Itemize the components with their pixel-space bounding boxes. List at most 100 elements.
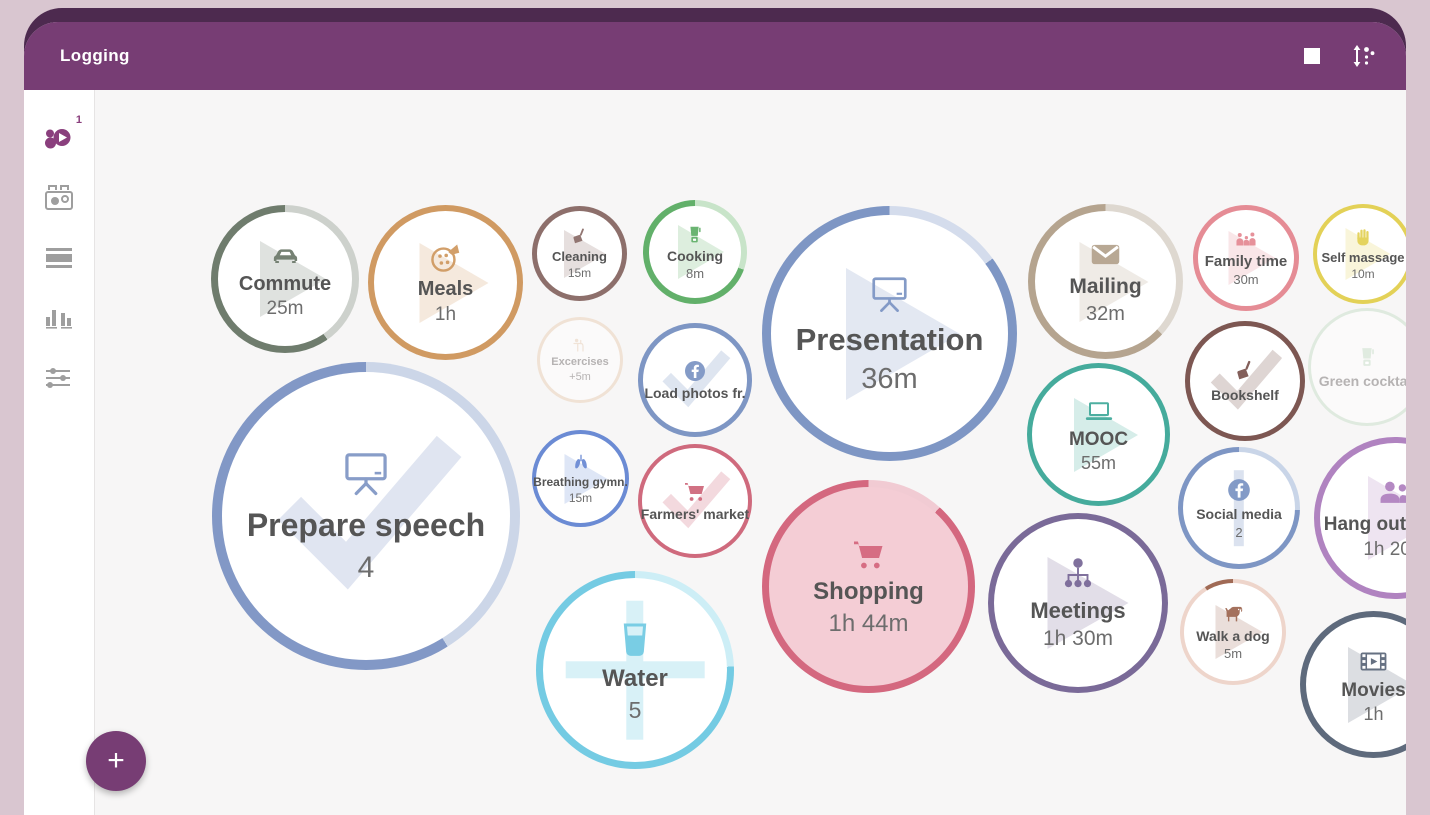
bubble-icon bbox=[1233, 359, 1258, 384]
list-bars-icon bbox=[46, 248, 72, 268]
activity-bubble-cooking[interactable]: Cooking 8m bbox=[643, 200, 747, 304]
stretch-icon bbox=[573, 339, 584, 353]
activity-bubble-cleaning[interactable]: Cleaning 15m bbox=[532, 206, 627, 301]
sliders-icon bbox=[46, 368, 70, 388]
bubble-title: Farmers' market bbox=[640, 506, 750, 523]
bubble-icon bbox=[429, 241, 462, 274]
sidebar-item-list[interactable] bbox=[24, 228, 94, 288]
activity-bubble-walk-a-dog[interactable]: Walk a dog 5m bbox=[1180, 579, 1286, 685]
sidebar-item-settings[interactable] bbox=[24, 348, 94, 408]
bubble-title: Bookshelf bbox=[1211, 387, 1279, 404]
film-icon bbox=[1360, 652, 1387, 671]
bubble-value: 5 bbox=[628, 696, 642, 723]
bubble-content: Self massage 10m bbox=[1313, 204, 1406, 304]
activity-bubble-movies[interactable]: Movies 1h bbox=[1300, 611, 1406, 758]
bubble-content: Meetings 1h 30m bbox=[988, 513, 1168, 693]
lungs-icon bbox=[574, 454, 587, 469]
sidebar-item-logging[interactable]: 1 bbox=[24, 108, 94, 168]
broom-icon bbox=[572, 228, 584, 244]
bubble-icon bbox=[1089, 238, 1122, 271]
sort-button[interactable] bbox=[1350, 44, 1376, 68]
app-body: 1 + Commute 25m Meals 1h Cleaning 15m Co… bbox=[24, 90, 1406, 815]
device-window: Logging 1 + Commute 25m Meals 1h Cleanin… bbox=[24, 22, 1406, 815]
bubble-value: 10m bbox=[1351, 267, 1375, 282]
bubble-content: Prepare speech 4 bbox=[212, 362, 520, 670]
bubble-content: Movies 1h bbox=[1300, 611, 1406, 758]
bubble-content: Load photos fr. bbox=[638, 323, 752, 437]
activity-bubble-hang-out[interactable]: Hang out with f. 1h 20m bbox=[1314, 437, 1406, 599]
activity-bubble-water[interactable]: Water 5 bbox=[536, 571, 734, 769]
bubble-value: 32m bbox=[1086, 302, 1125, 325]
bubble-value: 2 bbox=[1235, 524, 1243, 540]
stop-button[interactable] bbox=[1304, 48, 1320, 64]
activity-bubble-commute[interactable]: Commute 25m bbox=[211, 205, 359, 353]
bubble-title: Movies bbox=[1341, 679, 1406, 701]
activity-bubble-excercises[interactable]: Excercises +5m bbox=[537, 317, 623, 403]
goals-grid-icon bbox=[45, 185, 73, 210]
bubble-icon bbox=[571, 453, 591, 473]
bubble-title: MOOC bbox=[1068, 429, 1129, 451]
bubble-title: Cleaning bbox=[552, 249, 607, 265]
activity-bubble-meetings[interactable]: Meetings 1h 30m bbox=[988, 513, 1168, 693]
bubble-content: Excercises +5m bbox=[537, 317, 623, 403]
bubble-content: Commute 25m bbox=[211, 205, 359, 353]
bubble-content: Breathing gymn. 15m bbox=[532, 430, 629, 527]
bubble-content: Water 5 bbox=[536, 571, 734, 769]
bubble-title: Commute bbox=[238, 273, 332, 296]
sidebar-badge-logging: 1 bbox=[75, 114, 82, 126]
bubble-title: Water bbox=[602, 665, 668, 693]
bubble-icon bbox=[571, 336, 589, 354]
bubble-icon bbox=[683, 480, 707, 504]
sidebar: 1 + bbox=[24, 90, 146, 815]
bubble-icon bbox=[1378, 476, 1406, 510]
bubble-title: Excercises bbox=[551, 356, 609, 369]
app-header: Logging bbox=[24, 22, 1406, 90]
bubble-icon bbox=[1235, 229, 1257, 251]
activity-bubble-family-time[interactable]: Family time 30m bbox=[1193, 205, 1299, 311]
sidebar-item-goals[interactable] bbox=[24, 168, 94, 228]
facebook-icon bbox=[685, 361, 705, 382]
activity-bubble-mooc[interactable]: MOOC 55m bbox=[1027, 363, 1170, 506]
easel-icon bbox=[345, 453, 387, 496]
bubble-value: 36m bbox=[861, 363, 918, 396]
activity-bubble-shopping[interactable]: Shopping 1h 44m bbox=[762, 480, 975, 693]
bubble-title: Family time bbox=[1204, 253, 1288, 271]
activity-bubble-self-massage[interactable]: Self massage 10m bbox=[1313, 204, 1406, 304]
activity-bubble-presentation[interactable]: Presentation 36m bbox=[762, 206, 1017, 461]
easel-icon bbox=[872, 276, 907, 312]
bubble-value: 25m bbox=[266, 298, 304, 320]
blender-icon bbox=[1361, 348, 1374, 366]
activity-bubble-social-media[interactable]: Social media 2 bbox=[1178, 447, 1300, 569]
people-icon bbox=[1380, 481, 1406, 503]
bubble-content: Farmers' market bbox=[638, 444, 752, 558]
activity-bubble-meals[interactable]: Meals 1h bbox=[368, 205, 523, 360]
activity-bubble-bookshelf[interactable]: Bookshelf bbox=[1185, 321, 1305, 441]
laptop-icon bbox=[1085, 402, 1112, 421]
bubble-icon bbox=[1084, 396, 1114, 426]
activity-bubble-mailing[interactable]: Mailing 32m bbox=[1028, 204, 1183, 359]
bubble-value: +5m bbox=[569, 371, 591, 383]
activity-play-icon bbox=[45, 129, 71, 149]
bubble-title: Walk a dog bbox=[1196, 627, 1270, 644]
sidebar-item-statistics[interactable] bbox=[24, 288, 94, 348]
cart-icon bbox=[685, 483, 704, 502]
bubble-content: MOOC 55m bbox=[1027, 363, 1170, 506]
activity-bubble-breathing[interactable]: Breathing gymn. 15m bbox=[532, 430, 629, 527]
bubble-icon bbox=[868, 273, 911, 316]
bubble-content: Green cocktail bbox=[1308, 308, 1406, 426]
activity-bubble-prepare-speech[interactable]: Prepare speech 4 bbox=[212, 362, 520, 670]
bubble-title: Social media bbox=[1196, 505, 1282, 522]
broom-icon bbox=[1236, 361, 1250, 380]
bubble-icon bbox=[270, 239, 301, 270]
bubble-icon bbox=[683, 359, 707, 383]
bubble-content: Cooking 8m bbox=[643, 200, 747, 304]
hand-icon bbox=[1356, 229, 1369, 246]
bubble-value: 30m bbox=[1233, 272, 1259, 288]
bubble-icon bbox=[614, 618, 656, 660]
bubble-title: Green cocktail bbox=[1318, 373, 1406, 390]
activity-bubble-farmers-market[interactable]: Farmers' market bbox=[638, 444, 752, 558]
activity-bubble-green-cocktail[interactable]: Green cocktail bbox=[1308, 308, 1406, 426]
water-glass-icon bbox=[623, 623, 647, 657]
add-activity-button[interactable]: + bbox=[86, 731, 146, 791]
activity-bubble-load-photos[interactable]: Load photos fr. bbox=[638, 323, 752, 437]
